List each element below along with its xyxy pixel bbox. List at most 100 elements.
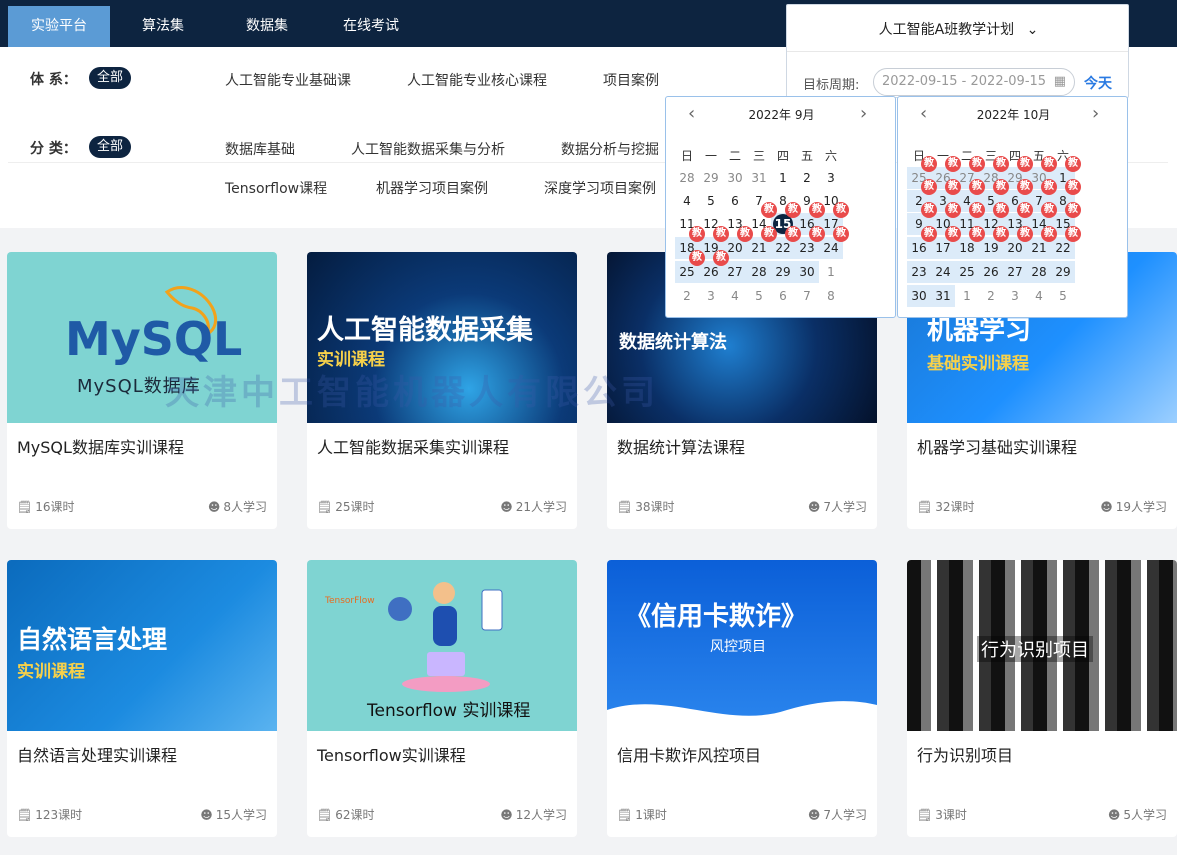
course-learners: ☻ 8人学习: [207, 499, 267, 515]
calendar-day[interactable]: 1: [819, 262, 843, 282]
course-hours: 🗒 16课时: [17, 499, 75, 515]
calendar-icon: 🗒: [317, 499, 333, 514]
course-card[interactable]: 人工智能数据采集 实训课程 人工智能数据采集实训课程 🗒 25课时 ☻ 21人学习: [307, 252, 577, 529]
tab-lab-platform[interactable]: 实验平台: [8, 6, 110, 47]
course-cover-image: 《信用卡欺诈》 风控项目: [607, 560, 877, 731]
calendar-day[interactable]: 29: [771, 262, 795, 282]
calendar-day[interactable]: 29: [1051, 262, 1075, 282]
system-all-button[interactable]: 全部: [89, 67, 132, 89]
weekday-header: 一: [704, 149, 717, 163]
teaching-badge: 教: [1065, 156, 1081, 172]
course-card[interactable]: 行为识别项目 行为识别项目 🗒 3课时 ☻ 5人学习: [907, 560, 1177, 837]
calendar-day[interactable]: 2: [675, 286, 699, 306]
user-icon: ☻: [500, 807, 513, 822]
calendar-day[interactable]: 2: [979, 286, 1003, 306]
course-hours: 🗒 25课时: [317, 499, 375, 515]
calendar-day[interactable]: 28: [675, 168, 699, 188]
user-icon: ☻: [500, 499, 513, 514]
calendar-day[interactable]: 30: [907, 286, 931, 306]
system-item-ai-basic[interactable]: 人工智能专业基础课: [225, 70, 351, 90]
calendar-day[interactable]: 3: [1003, 286, 1027, 306]
category-item-data-mining[interactable]: 数据分析与挖掘: [561, 139, 659, 159]
calendar-day[interactable]: 28: [1027, 262, 1051, 282]
calendar-day[interactable]: 5: [747, 286, 771, 306]
course-title: 机器学习基础实训课程: [917, 438, 1078, 457]
calendar-day[interactable]: 30: [795, 262, 819, 282]
cover-headline: 数据统计算法: [619, 332, 727, 353]
course-cover-image: MySQL MySQL数据库: [7, 252, 277, 423]
cover-headline: 人工智能数据采集: [317, 315, 533, 346]
tab-online-exam[interactable]: 在线考试: [320, 6, 422, 47]
calendar-day[interactable]: 5: [699, 191, 723, 211]
course-hours: 🗒 123课时: [17, 807, 83, 823]
calendar-day[interactable]: 5: [1051, 286, 1075, 306]
category-all-button[interactable]: 全部: [89, 136, 132, 158]
calendar-day[interactable]: 29: [699, 168, 723, 188]
calendar-day[interactable]: 28: [747, 262, 771, 282]
course-learners: ☻ 7人学习: [807, 499, 867, 515]
tab-algorithms[interactable]: 算法集: [112, 6, 214, 47]
category-item-ml-projects[interactable]: 机器学习项目案例: [376, 178, 488, 198]
calendar-day[interactable]: 3: [699, 286, 723, 306]
tab-datasets[interactable]: 数据集: [216, 6, 318, 47]
weekday-header: 五: [800, 149, 813, 163]
calendar-day[interactable]: 1: [771, 168, 795, 188]
plan-selector[interactable]: 人工智能A班教学计划 ⌄: [787, 19, 1130, 39]
next-month-icon[interactable]: ›: [1092, 103, 1099, 124]
teaching-badge: 教: [833, 202, 849, 218]
system-item-projects[interactable]: 项目案例: [603, 70, 659, 90]
course-card[interactable]: TensorFlow Tensorflow 实训课程 Tensorflow实训课…: [307, 560, 577, 837]
user-icon: ☻: [1100, 499, 1113, 514]
course-learners: ☻ 5人学习: [1107, 807, 1167, 823]
calendar-day[interactable]: 31: [931, 286, 955, 306]
weekday-header: 二: [728, 149, 741, 163]
course-card[interactable]: 自然语言处理 实训课程 自然语言处理实训课程 🗒 123课时 ☻ 15人学习: [7, 560, 277, 837]
calendar-day[interactable]: 27: [1003, 262, 1027, 282]
calendar-day[interactable]: 30: [723, 168, 747, 188]
cover-headline: 自然语言处理: [17, 625, 168, 654]
calendar-day[interactable]: 31: [747, 168, 771, 188]
date-range-input[interactable]: 2022-09-15 - 2022-09-15 ▦: [873, 68, 1075, 96]
teaching-badge: 教: [1065, 179, 1081, 195]
calendar-icon: 🗒: [17, 807, 33, 822]
user-icon: ☻: [207, 499, 221, 514]
category-item-database[interactable]: 数据库基础: [225, 139, 295, 159]
calendar-day[interactable]: 24: [931, 262, 955, 282]
calendar-day[interactable]: 23: [907, 262, 931, 282]
calendar-day[interactable]: 6: [771, 286, 795, 306]
calendar-day[interactable]: 8: [819, 286, 843, 306]
calendar-day[interactable]: 25: [955, 262, 979, 282]
calendar-day[interactable]: 6: [723, 191, 747, 211]
course-card[interactable]: MySQL MySQL数据库 MySQL数据库实训课程 🗒 16课时 ☻ 8人学习: [7, 252, 277, 529]
category-item-dl-projects[interactable]: 深度学习项目案例: [544, 178, 656, 198]
plan-title: 人工智能A班教学计划: [878, 22, 1015, 38]
course-cover-image: 行为识别项目: [907, 560, 1177, 731]
course-hours: 🗒 1课时: [617, 807, 667, 823]
weekday-header: 日: [680, 149, 693, 163]
user-icon: ☻: [807, 807, 821, 822]
calendar-day[interactable]: 2: [795, 168, 819, 188]
calendar-day[interactable]: 27: [723, 262, 747, 282]
calendar-day[interactable]: 4: [675, 191, 699, 211]
course-hours: 🗒 62课时: [317, 807, 375, 823]
teaching-badge: 教: [761, 202, 777, 218]
calendar-day[interactable]: 4: [723, 286, 747, 306]
next-month-icon[interactable]: ›: [860, 103, 867, 124]
calendar-day[interactable]: 26: [979, 262, 1003, 282]
calendar-icon: 🗒: [617, 807, 633, 822]
category-item-tensorflow[interactable]: Tensorflow课程: [225, 178, 327, 198]
cover-headline: MySQL: [65, 312, 243, 366]
calendar-icon: 🗒: [317, 807, 333, 822]
today-button[interactable]: 今天: [1084, 73, 1112, 93]
user-icon: ☻: [200, 807, 213, 822]
calendar-day[interactable]: 3: [819, 168, 843, 188]
calendar-icon: ▦: [1053, 74, 1066, 89]
calendar-day[interactable]: 4: [1027, 286, 1051, 306]
category-item-data-collection[interactable]: 人工智能数据采集与分析: [351, 139, 505, 159]
calendar-day[interactable]: 1: [955, 286, 979, 306]
system-item-ai-core[interactable]: 人工智能专业核心课程: [407, 70, 547, 90]
calendar-day[interactable]: 7: [795, 286, 819, 306]
plan-divider: [787, 51, 1128, 52]
course-card[interactable]: 《信用卡欺诈》 风控项目 信用卡欺诈风控项目 🗒 1课时 ☻ 7人学习: [607, 560, 877, 837]
course-title: 行为识别项目: [917, 746, 1014, 765]
